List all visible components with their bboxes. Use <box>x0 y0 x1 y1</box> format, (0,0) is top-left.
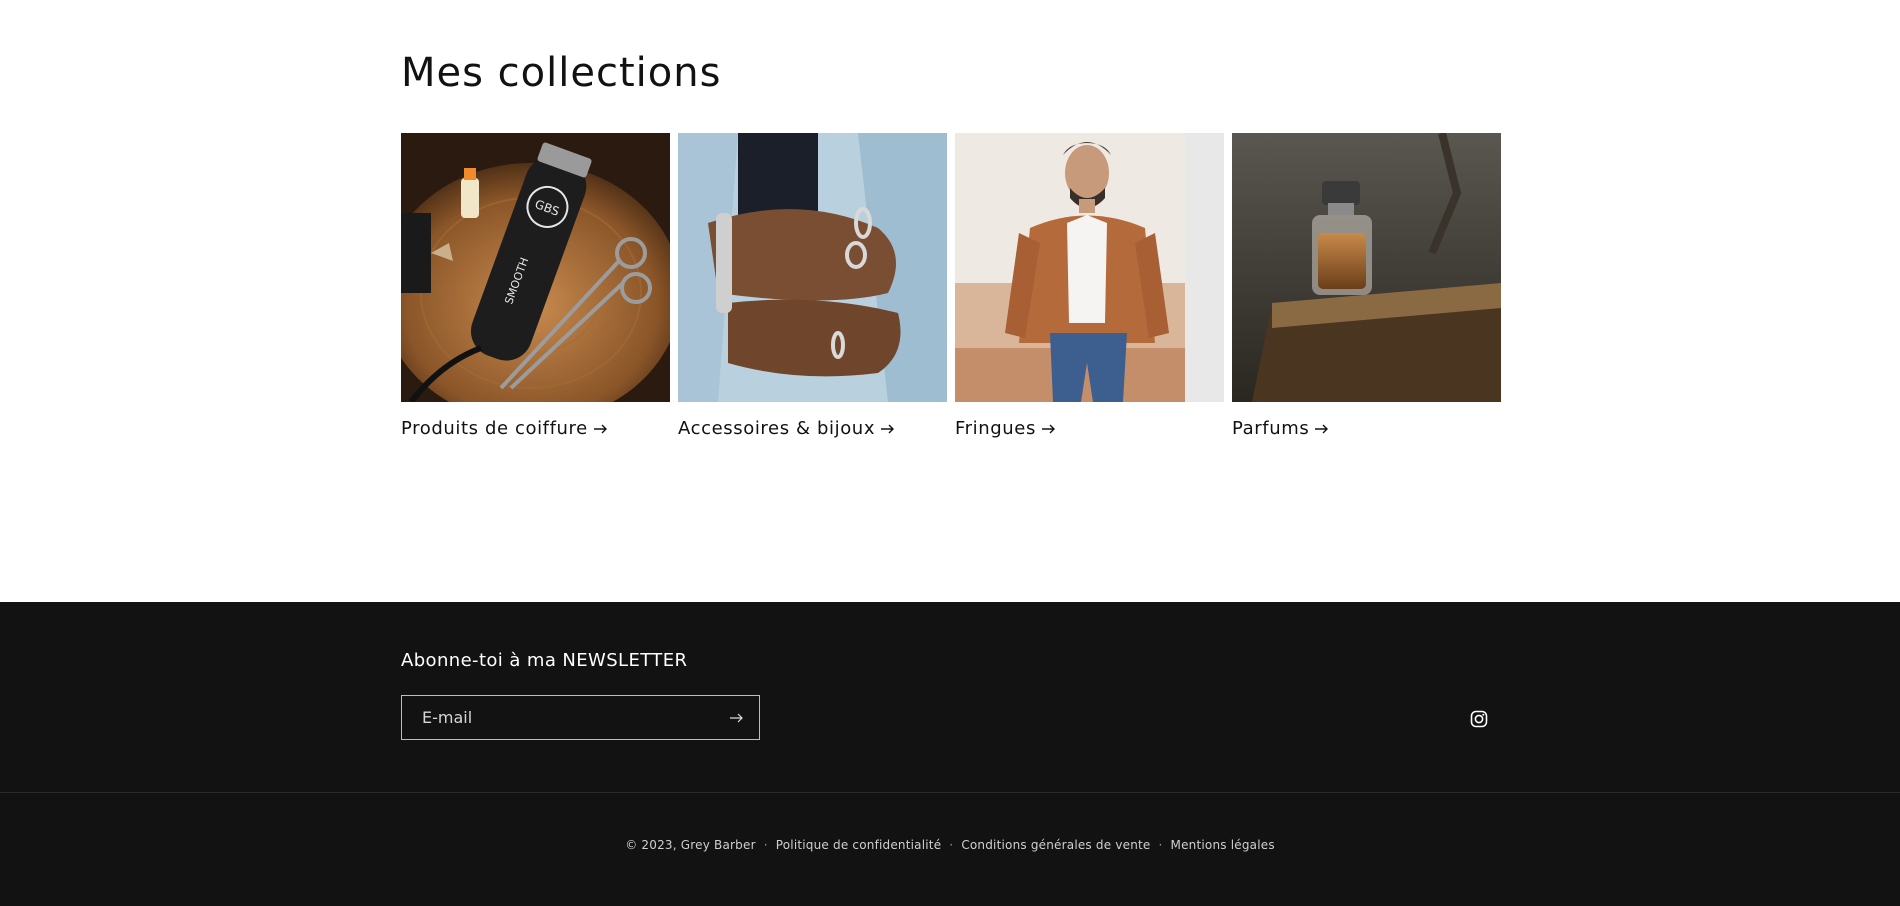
terms-of-sale-link[interactable]: Conditions générales de vente <box>961 838 1150 852</box>
collection-title-hair-products[interactable]: Produits de coiffure <box>401 418 670 439</box>
collection-card-perfumes[interactable]: Parfums <box>1232 133 1501 439</box>
collection-image-clothing[interactable] <box>955 133 1224 402</box>
collection-title-clothing[interactable]: Fringues <box>955 418 1224 439</box>
instagram-icon <box>1470 710 1488 728</box>
footer-divider <box>0 792 1900 793</box>
arrow-right-icon <box>1315 424 1329 433</box>
hair-clipper-image: GBS SMOOTH <box>401 133 670 402</box>
newsletter-submit-button[interactable] <box>715 696 759 739</box>
separator: · <box>1158 838 1163 852</box>
collection-label: Fringues <box>955 418 1036 439</box>
collections-title: Mes collections <box>401 50 722 96</box>
collection-label: Accessoires & bijoux <box>678 418 876 439</box>
collection-label: Parfums <box>1232 418 1310 439</box>
page: Mes collections GBS SMOOTH Produits de c… <box>0 0 1900 906</box>
newsletter-form <box>401 695 760 740</box>
instagram-link[interactable] <box>1468 708 1490 730</box>
separator: · <box>949 838 954 852</box>
rings-bracelet-image <box>678 133 947 402</box>
collection-image-accessories[interactable] <box>678 133 947 402</box>
collection-card-clothing[interactable]: Fringues <box>955 133 1224 439</box>
newsletter-heading: Abonne-toi à ma NEWSLETTER <box>401 650 688 671</box>
arrow-right-icon <box>730 713 743 722</box>
legal-notice-link[interactable]: Mentions légales <box>1171 838 1275 852</box>
collection-title-perfumes[interactable]: Parfums <box>1232 418 1501 439</box>
perfume-bottle-image <box>1232 133 1501 402</box>
arrow-right-icon <box>1041 424 1055 433</box>
collection-list: GBS SMOOTH Produits de coiffure Accessoi… <box>401 133 1501 439</box>
collection-image-hair-products[interactable]: GBS SMOOTH <box>401 133 670 402</box>
collection-label: Produits de coiffure <box>401 418 588 439</box>
collection-card-accessories[interactable]: Accessoires & bijoux <box>678 133 947 439</box>
man-jacket-image <box>955 133 1224 402</box>
copyright: © 2023, Grey Barber <box>625 838 756 852</box>
arrow-right-icon <box>881 424 895 433</box>
collection-title-accessories[interactable]: Accessoires & bijoux <box>678 418 947 439</box>
separator: · <box>763 838 768 852</box>
privacy-policy-link[interactable]: Politique de confidentialité <box>776 838 942 852</box>
footer-bottom: © 2023, Grey Barber · Politique de confi… <box>0 838 1900 852</box>
collection-image-perfumes[interactable] <box>1232 133 1501 402</box>
collections-section: Mes collections GBS SMOOTH Produits de c… <box>0 0 1900 602</box>
email-input[interactable] <box>402 696 715 739</box>
footer: Abonne-toi à ma NEWSLETTER © 2023, Grey … <box>0 602 1900 906</box>
arrow-right-icon <box>593 424 607 433</box>
collection-card-hair-products[interactable]: GBS SMOOTH Produits de coiffure <box>401 133 670 439</box>
